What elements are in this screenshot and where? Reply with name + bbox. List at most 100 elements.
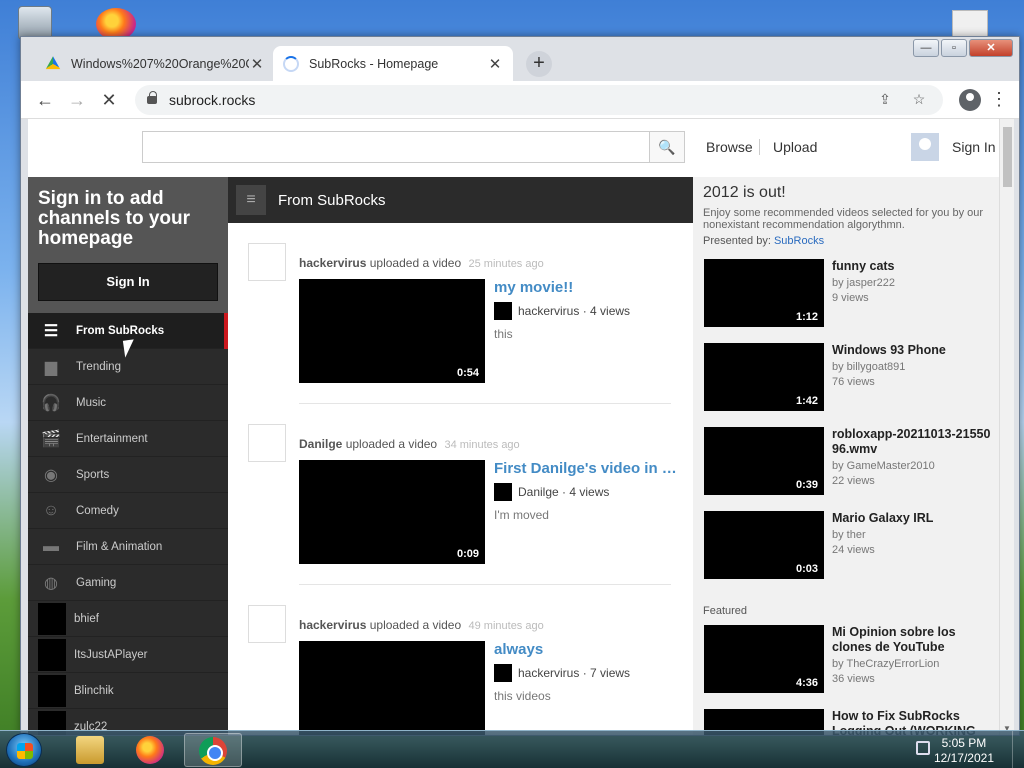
video-title-link[interactable]: funny cats — [832, 259, 992, 274]
channel-avatar — [38, 602, 66, 635]
sidebar-item-label: Trending — [76, 360, 121, 373]
sign-in-link[interactable]: Sign In — [952, 139, 996, 155]
forward-button[interactable]: → — [63, 86, 91, 114]
video-title-link[interactable]: Windows 93 Phone — [832, 343, 992, 358]
sidebar-item-label: Gaming — [76, 576, 117, 589]
video-author[interactable]: Danilge — [518, 485, 559, 499]
search-button[interactable]: 🔍 — [649, 131, 685, 163]
page-scrollbar[interactable]: ▼ — [999, 119, 1014, 735]
video-views: 76 views — [832, 376, 875, 388]
video-thumbnail[interactable] — [299, 641, 485, 735]
avatar[interactable] — [248, 424, 286, 462]
video-thumbnail[interactable]: 1:12 — [704, 259, 824, 327]
close-tab-icon[interactable]: ✕ — [249, 55, 265, 73]
author-avatar[interactable] — [494, 302, 512, 320]
sidebar-channel-itsjustaplayer[interactable]: ItsJustAPlayer — [28, 637, 228, 673]
upload-link[interactable]: Upload — [773, 139, 817, 155]
close-window-button[interactable]: ✕ — [969, 39, 1013, 57]
recommended-video[interactable]: 1:42 Windows 93 Phone by billygoat891 76… — [704, 343, 994, 411]
search-icon: 🔍 — [658, 139, 676, 155]
menu-kebab-icon[interactable]: ⋮ — [989, 89, 1009, 110]
recycle-bin-icon[interactable] — [18, 6, 52, 40]
feed-item-user[interactable]: hackervirus — [299, 256, 366, 270]
video-author[interactable]: by jasper222 — [832, 277, 895, 289]
video-author[interactable]: by ther — [832, 529, 866, 541]
video-author[interactable]: hackervirus — [518, 304, 579, 318]
video-author[interactable]: by billygoat891 — [832, 361, 905, 373]
feed-item-user[interactable]: hackervirus — [299, 618, 366, 632]
tab-windows7[interactable]: Windows%207%20Orange%20C ✕ — [35, 46, 275, 81]
network-icon[interactable] — [916, 741, 930, 755]
masthead: 🔍 Browse Upload Sign In — [28, 119, 1014, 177]
sidebar-item-sports[interactable]: ◉ Sports — [28, 457, 228, 493]
video-author[interactable]: by TheCrazyErrorLion — [832, 658, 939, 670]
sidebar-channel-blinchik[interactable]: Blinchik — [28, 673, 228, 709]
google-drive-icon — [45, 56, 61, 70]
video-description: I'm moved — [494, 508, 549, 522]
feed-item-time: 25 minutes ago — [468, 258, 544, 270]
video-views: 36 views — [832, 673, 875, 685]
sidebar-channel-bhief[interactable]: bhief — [28, 601, 228, 637]
maximize-button[interactable]: ▫ — [941, 39, 967, 57]
author-avatar[interactable] — [494, 664, 512, 682]
new-tab-button[interactable]: + — [526, 51, 552, 77]
sidebar-item-gaming[interactable]: ◍ Gaming — [28, 565, 228, 601]
sidebar-item-entertainment[interactable]: 🎬 Entertainment — [28, 421, 228, 457]
sidebar-item-film-animation[interactable]: ▬ Film & Animation — [28, 529, 228, 565]
video-thumbnail[interactable]: 4:36 — [704, 625, 824, 693]
video-title-link[interactable]: Mi Opinion sobre los clones de YouTube — [832, 625, 992, 655]
feed-item-user[interactable]: Danilge — [299, 437, 342, 451]
sidebar-item-comedy[interactable]: ☺ Comedy — [28, 493, 228, 529]
search-input[interactable] — [142, 131, 650, 163]
recommended-video[interactable]: 0:39 robloxapp-20211013-2155096.wmv by G… — [704, 427, 994, 495]
video-thumbnail[interactable]: 1:42 — [704, 343, 824, 411]
video-thumbnail[interactable]: 0:54 — [299, 279, 485, 383]
taskbar-explorer[interactable] — [62, 733, 120, 767]
video-thumbnail[interactable]: 0:39 — [704, 427, 824, 495]
close-tab-icon[interactable]: ✕ — [487, 55, 503, 73]
minimize-button[interactable]: — — [913, 39, 939, 57]
start-button[interactable] — [6, 733, 42, 767]
recommended-video[interactable]: 1:12 funny cats by jasper222 9 views — [704, 259, 994, 327]
video-thumbnail[interactable]: 0:09 — [299, 460, 485, 564]
taskbar-chrome[interactable] — [184, 733, 242, 767]
hamburger-icon[interactable]: ≡ — [236, 185, 266, 215]
author-avatar[interactable] — [494, 483, 512, 501]
video-duration: 4:36 — [795, 677, 818, 689]
scrollbar-thumb[interactable] — [1003, 127, 1012, 187]
feed-header: ≡ From SubRocks — [228, 177, 693, 223]
avatar[interactable] — [911, 133, 939, 161]
stop-loading-button[interactable]: ✕ — [95, 86, 123, 114]
video-views: 9 views — [832, 292, 869, 304]
clock[interactable]: 5:05 PM 12/17/2021 — [934, 736, 994, 766]
video-title-link[interactable]: Mario Galaxy IRL — [832, 511, 992, 526]
video-title-link[interactable]: always — [494, 641, 679, 658]
url-text[interactable]: subrock.rocks — [169, 92, 863, 108]
video-author[interactable]: hackervirus — [518, 666, 579, 680]
profile-icon[interactable] — [959, 88, 981, 111]
presented-by-link[interactable]: SubRocks — [774, 235, 824, 247]
video-title-link[interactable]: my movie!! — [494, 279, 679, 296]
channel-avatar — [38, 674, 66, 707]
guide-heading: Sign in to add channels to your homepage — [38, 188, 191, 249]
share-icon[interactable]: ⇪ — [873, 91, 897, 108]
video-title-link[interactable]: First Danilge's video in SubRocks — [494, 460, 679, 477]
taskbar: 5:05 PM 12/17/2021 — [0, 730, 1024, 768]
tab-subrocks[interactable]: SubRocks - Homepage ✕ — [273, 46, 513, 81]
recommended-video[interactable]: 0:03 Mario Galaxy IRL by ther 24 views — [704, 511, 994, 579]
video-title-link[interactable]: robloxapp-20211013-2155096.wmv — [832, 427, 992, 457]
taskbar-firefox[interactable] — [122, 733, 180, 767]
video-author[interactable]: by GameMaster2010 — [832, 460, 935, 472]
tab-title: Windows%207%20Orange%20C — [71, 56, 249, 71]
bookmark-star-icon[interactable]: ☆ — [907, 91, 931, 108]
sidebar-item-music[interactable]: 🎧 Music — [28, 385, 228, 421]
avatar[interactable] — [248, 605, 286, 643]
address-bar[interactable]: subrock.rocks ⇪ ☆ — [135, 84, 943, 115]
featured-video[interactable]: 4:36 Mi Opinion sobre los clones de YouT… — [704, 625, 994, 693]
guide-sign-in-button[interactable]: Sign In — [38, 263, 218, 301]
video-thumbnail[interactable]: 0:03 — [704, 511, 824, 579]
back-button[interactable]: ← — [31, 86, 59, 114]
browse-link[interactable]: Browse — [706, 139, 753, 155]
avatar[interactable] — [248, 243, 286, 281]
show-desktop-button[interactable] — [1012, 731, 1024, 768]
